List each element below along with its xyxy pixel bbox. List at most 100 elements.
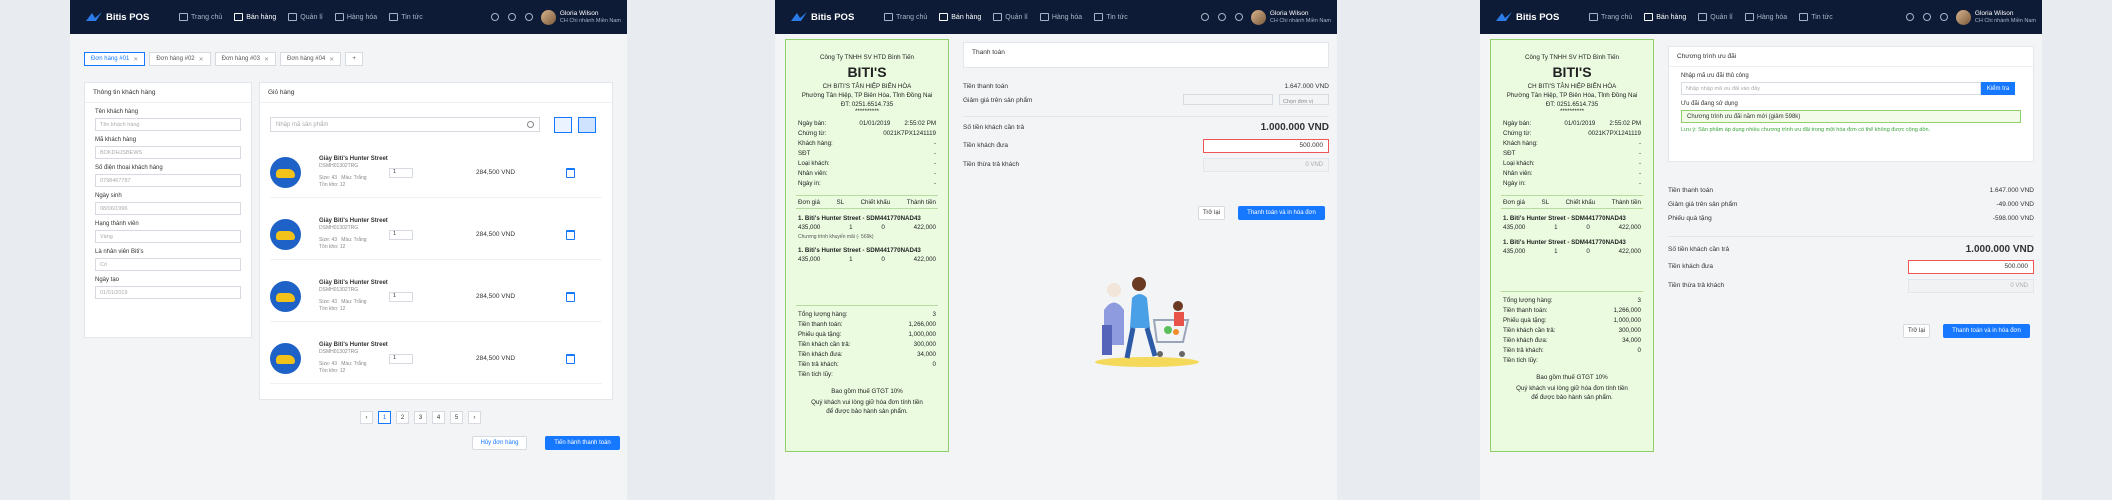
product-image [270,281,301,312]
customer-field-input[interactable]: 0798467787 [95,174,241,187]
menu-item-manage[interactable]: Quản lí [1698,13,1733,21]
payment-title: Thanh toán [972,49,1005,56]
receipt-columns: Đơn giá SL Chiết khấu Thành tiền [798,199,936,206]
discount-unit-select[interactable]: Chọn đơn vị [1279,94,1329,105]
customer-field-input[interactable]: 08/06/1996 [95,202,241,215]
cart-item: Giày Biti's Hunter Street DSMH01302TRG S… [270,334,602,384]
search-icon[interactable] [1200,13,1209,21]
user-menu[interactable]: Gloria Wilson CH Chi nhánh Miền Nam [1955,9,2036,25]
back-button[interactable]: Trở lại [1198,206,1225,220]
help-icon[interactable] [507,13,516,21]
menu-item-sales[interactable]: Bán hàng [939,13,981,21]
trash-icon[interactable] [566,291,575,302]
customer-field-input[interactable]: Tên khách hàng [95,118,241,131]
close-icon[interactable]: ✕ [264,56,269,63]
cart-item: Giày Biti's Hunter Street DSMH01302TRG S… [270,148,602,198]
quantity-stepper[interactable]: 1 [389,229,413,240]
cash-given-input[interactable]: 500.000 [1908,260,2034,274]
pay-print-button[interactable]: Thanh toán và in hóa đơn [1238,206,1325,220]
bell-icon[interactable] [524,13,533,21]
main-menu: Trang chủ Bán hàng Quản lí Hàng hóa Tin … [1589,13,1906,21]
pay-print-button[interactable]: Thanh toán và in hóa đơn [1943,324,2030,338]
menu-item-sales[interactable]: Bán hàng [234,13,276,21]
trash-icon[interactable] [566,229,575,240]
logo[interactable]: Bitis POS [791,12,884,23]
product-search-input[interactable]: Nhập mã sản phẩm [270,117,540,132]
receipt-info-row: Loại khách: - [1503,160,1641,167]
customer-field-input[interactable]: Vàng [95,230,241,243]
receipt-brand: BITI'S [1552,64,1592,80]
help-icon[interactable] [1217,13,1226,21]
search-icon[interactable] [1905,13,1914,21]
customer-field-input[interactable]: 01/01/2019 [95,286,241,299]
menu-item-news[interactable]: Tin tức [1094,13,1128,21]
search-icon[interactable] [490,13,499,21]
logo[interactable]: Bitis POS [1496,12,1589,23]
customer-field-input[interactable]: Có [95,258,241,271]
page-button[interactable]: 4 [432,411,445,424]
page-button[interactable]: 2 [396,411,409,424]
field-label: Mã khách hàng [95,137,137,143]
receipt-info-row: Nhân viên: - [1503,170,1641,177]
menu-item-manage[interactable]: Quản lí [288,13,323,21]
help-icon[interactable] [1922,13,1931,21]
grid-view-icon[interactable] [578,117,596,133]
quantity-stepper[interactable]: 1 [389,167,413,178]
list-view-icon[interactable] [554,117,572,133]
tab-order-1[interactable]: Đơn hàng #01 ✕ [84,52,146,66]
tab-order-2[interactable]: Đơn hàng #02 ✕ [149,52,211,66]
receipt-info-row: Khách hàng: - [798,140,936,147]
cancel-order-button[interactable]: Hủy đơn hàng [472,436,527,450]
menu-item-goods[interactable]: Hàng hóa [1744,13,1787,21]
close-icon[interactable]: ✕ [133,56,138,63]
cart-icon [939,13,949,21]
menu-item-sales[interactable]: Bán hàng [1644,13,1686,21]
page-button[interactable]: 3 [414,411,427,424]
customer-field-input[interactable]: BOKDHJSBEWS [95,146,241,159]
close-icon[interactable]: ✕ [329,56,334,63]
user-menu[interactable]: Gloria Wilson CH Chi nhánh Miền Nam [540,9,621,25]
page-button[interactable]: ‹ [360,411,373,424]
menu-item-goods[interactable]: Hàng hóa [1039,13,1082,21]
menu-item-news[interactable]: Tin tức [389,13,423,21]
cash-given-input[interactable]: 500.000 [1203,139,1329,153]
checkout-button[interactable]: Tiến hành thanh toán [545,436,620,450]
menu-item-home[interactable]: Trang chủ [179,13,222,21]
bitis-logo-icon [791,12,807,21]
applied-promo-chip[interactable]: Chương trình ưu đãi năm mới (giảm 598k) [1681,110,2021,123]
add-tab-button[interactable]: + [345,52,363,66]
page-button[interactable]: › [468,411,481,424]
menu-item-home[interactable]: Trang chủ [884,13,927,21]
menu-item-news[interactable]: Tin tức [1799,13,1833,21]
promo-code-input[interactable]: Nhập nhập mã ưu đãi vào đây [1681,82,1981,95]
menu-item-goods[interactable]: Hàng hóa [334,13,377,21]
field-label: Số điện thoại khách hàng [95,165,163,171]
quantity-stepper[interactable]: 1 [389,353,413,364]
trash-icon[interactable] [566,167,575,178]
menu-item-manage[interactable]: Quản lí [993,13,1028,21]
menu-item-home[interactable]: Trang chủ [1589,13,1632,21]
main-menu: Trang chủ Bán hàng Quản lí Hàng hóa Tin … [884,13,1201,21]
item-price: 284,500 VND [476,355,516,362]
due-row: Số tiền khách cần trả 1.000.000 VND [1668,244,2034,255]
receipt-item-row: 435,000 1 0 422,000 [798,256,936,263]
top-nav: Bitis POS Trang chủ Bán hàng Quản lí Hàn… [70,0,627,34]
bell-icon[interactable] [1234,13,1243,21]
page-button[interactable]: 1 [378,411,391,424]
close-icon[interactable]: ✕ [199,56,204,63]
user-menu[interactable]: Gloria Wilson CH Chi nhánh Miền Nam [1250,9,1331,25]
tab-order-3[interactable]: Đơn hàng #03 ✕ [214,52,276,66]
news-icon [389,13,399,21]
item-price: 284,500 VND [476,293,516,300]
quantity-stepper[interactable]: 1 [389,291,413,302]
logo[interactable]: Bitis POS [86,12,179,23]
back-button[interactable]: Trở lại [1903,324,1930,338]
trash-icon[interactable] [566,353,575,364]
tab-order-4[interactable]: Đơn hàng #04 ✕ [279,52,342,66]
check-code-button[interactable]: Kiểm tra [1981,82,2015,95]
bell-icon[interactable] [1939,13,1948,21]
page-button[interactable]: 5 [450,411,463,424]
search-icon[interactable] [527,121,534,128]
discount-input[interactable] [1183,94,1273,105]
manage-icon [288,13,298,21]
